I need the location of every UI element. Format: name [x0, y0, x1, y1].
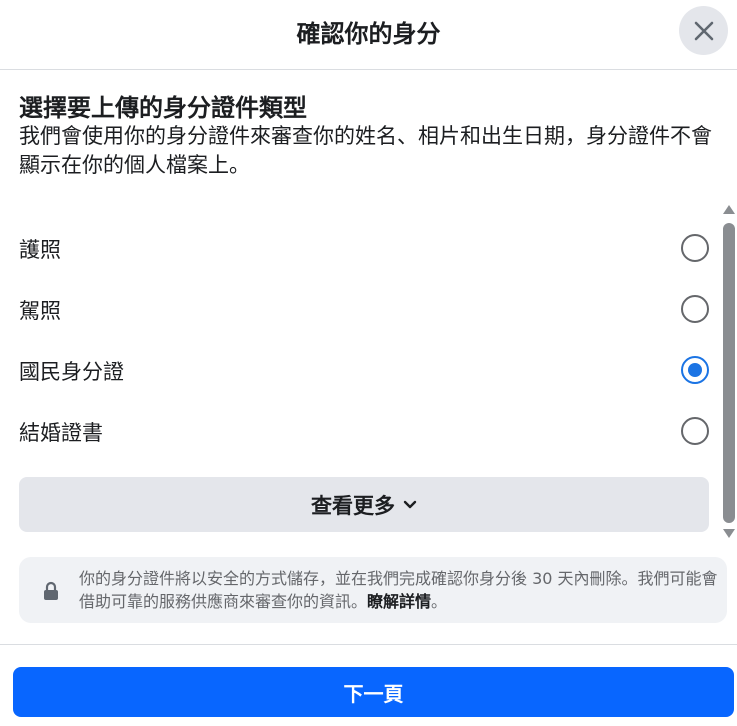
- radio-passport[interactable]: [681, 234, 709, 262]
- privacy-notice: 你的身分證件將以安全的方式儲存，並在我們完成確認你身分後 30 天內刪除。我們可…: [19, 557, 727, 623]
- next-button[interactable]: 下一頁: [13, 667, 734, 717]
- option-label: 國民身分證: [19, 360, 124, 384]
- radio-marriage-certificate[interactable]: [681, 417, 709, 445]
- scroll-thumb[interactable]: [723, 223, 735, 523]
- next-button-label: 下一頁: [343, 681, 404, 706]
- dialog-header: 確認你的身分: [0, 0, 737, 70]
- see-more-label: 查看更多: [311, 493, 395, 518]
- option-label: 護照: [19, 238, 61, 262]
- scroll-down-arrow-icon[interactable]: [723, 529, 735, 538]
- option-marriage-certificate[interactable]: 結婚證書: [0, 401, 720, 462]
- option-drivers-license[interactable]: 駕照: [0, 279, 720, 340]
- radio-national-id[interactable]: [681, 356, 709, 384]
- notice-text: 你的身分證件將以安全的方式儲存，並在我們完成確認你身分後 30 天內刪除。我們可…: [79, 567, 719, 613]
- radio-drivers-license[interactable]: [681, 295, 709, 323]
- scrollbar[interactable]: [722, 205, 736, 541]
- option-label: 結婚證書: [19, 421, 103, 445]
- lock-icon: [44, 581, 58, 600]
- option-label: 駕照: [19, 299, 61, 323]
- see-more-button[interactable]: 查看更多: [19, 477, 709, 532]
- dialog-title: 確認你的身分: [296, 20, 441, 48]
- scroll-up-arrow-icon[interactable]: [723, 205, 735, 214]
- option-passport[interactable]: 護照: [0, 218, 720, 279]
- chevron-down-icon: [403, 500, 417, 508]
- notice-suffix: 。: [431, 592, 448, 611]
- section-title: 選擇要上傳的身分證件類型: [19, 94, 307, 122]
- footer-divider: [0, 644, 737, 645]
- section-description: 我們會使用你的身分證件來審查你的姓名、相片和出生日期，身分證件不會顯示在你的個人…: [19, 124, 712, 177]
- option-national-id[interactable]: 國民身分證: [0, 340, 720, 401]
- close-button[interactable]: [679, 6, 728, 55]
- close-icon: [694, 21, 713, 40]
- learn-more-link[interactable]: 瞭解詳情: [367, 592, 431, 611]
